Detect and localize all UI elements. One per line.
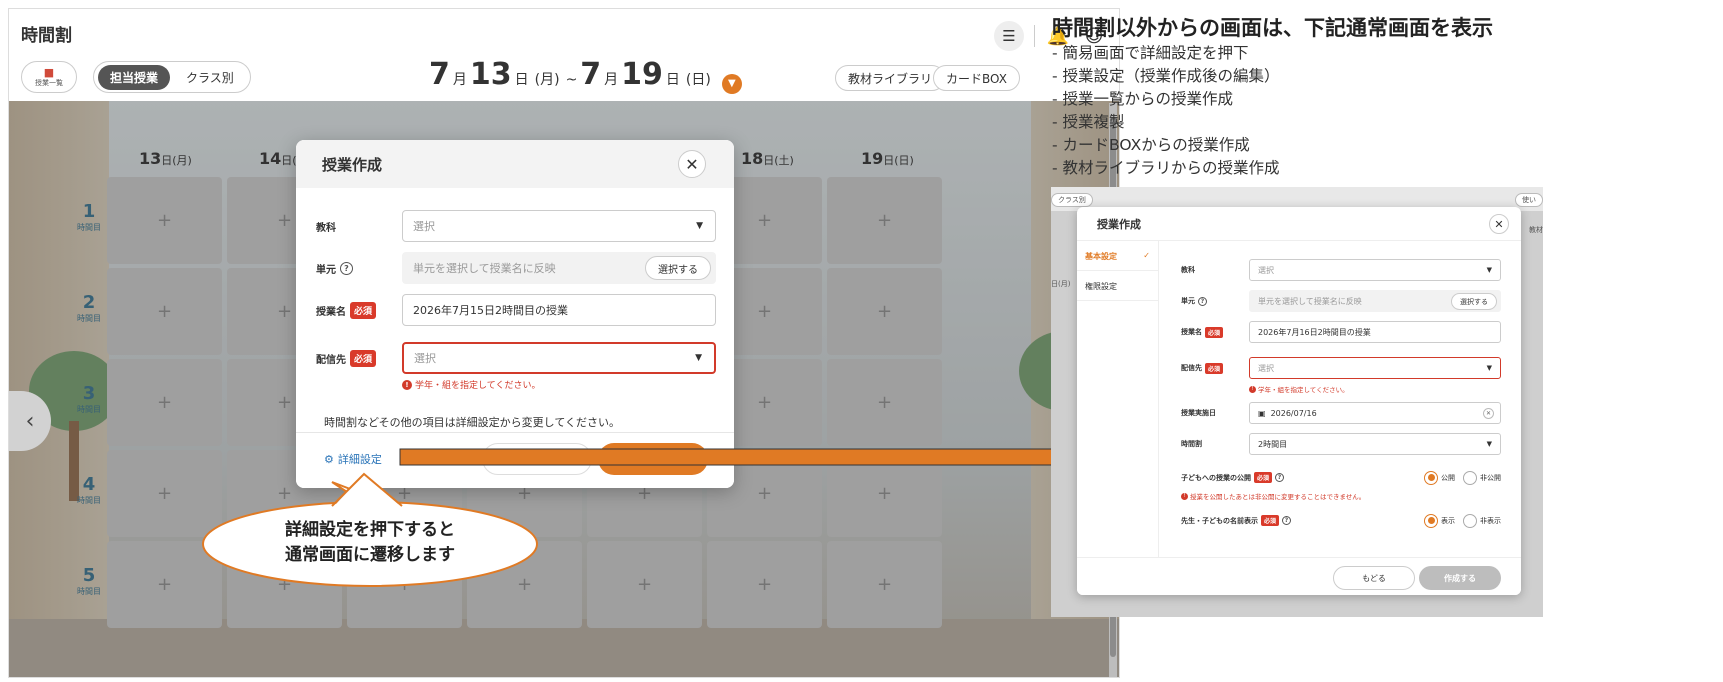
sidebar-item-label: 基本設定 <box>1085 252 1117 261</box>
required-badge: 必須 <box>1205 326 1224 338</box>
annotation-item: - 簡易画面で詳細設定を押下 <box>1052 44 1249 62</box>
subject-label-text: 教科 <box>1181 266 1195 274</box>
required-badge: 必須 <box>1205 362 1224 374</box>
publish-note-text: 授業を公開したあとは非公開に変更することはできません。 <box>1190 493 1366 501</box>
subject-row: 教科 選択 ▼ <box>1181 259 1501 281</box>
lesson-name-input[interactable]: 2026年7月16日2時間目の授業 <box>1249 321 1501 343</box>
subject-label: 教科 <box>1181 265 1249 275</box>
publish-options: 公開 非公開 <box>1424 470 1501 485</box>
radio-label: 非表示 <box>1480 516 1501 525</box>
delivery-error: ! 学年・組を指定してください。 <box>1249 384 1349 394</box>
back-button[interactable]: もどる <box>1333 566 1415 590</box>
lesson-name-row: 授業名 必須 2026年7月16日2時間目の授業 <box>1181 321 1501 343</box>
dialog-footer: もどる 作成する <box>1077 557 1521 595</box>
annotation-item: - 授業複製 <box>1052 113 1125 131</box>
names-label: 先生・子どもの名前表示 必須? <box>1181 515 1292 526</box>
close-icon[interactable]: ✕ <box>1489 214 1509 234</box>
publish-label-text: 子どもへの授業の公開 <box>1181 473 1251 482</box>
unit-label: 単元? <box>1181 296 1249 306</box>
publish-row: 子どもへの授業の公開 必須? 公開 非公開 <box>1181 470 1501 485</box>
delivery-label: 配信先 必須 <box>1181 362 1249 374</box>
date-row: 授業実施日 ▣ 2026/07/16 ✕ <box>1181 402 1501 424</box>
annotation-item: - 教材ライブラリからの授業作成 <box>1052 159 1280 177</box>
root: 時間割 ☰ 🔔 ☺ ■ 授業一覧 担当授業 クラス別 7月 13 日 (月) ~ 7… <box>0 0 1723 682</box>
annotation-heading: 時間割以外からの画面は、下記通常画面を表示 <box>1052 16 1493 40</box>
date-label-text: 授業実施日 <box>1181 409 1216 417</box>
error-icon: ! <box>1181 492 1188 500</box>
delivery-label-text: 配信先 <box>1181 364 1202 372</box>
radio-private[interactable]: 非公開 <box>1463 470 1501 485</box>
period-row: 時間割 2時間目 ▼ <box>1181 433 1501 455</box>
period-label: 時間割 <box>1181 439 1249 449</box>
caret-down-icon: ▼ <box>1486 266 1492 274</box>
annotation-item: - 授業一覧からの授業作成 <box>1052 90 1234 108</box>
bg-chip: 使い <box>1515 193 1543 207</box>
sidebar-item-permissions[interactable]: 権限設定 <box>1077 271 1158 301</box>
annotation-list: - 簡易画面で詳細設定を押下 - 授業設定（授業作成後の編集） - 授業一覧から… <box>1052 42 1280 180</box>
radio-public[interactable]: 公開 <box>1424 470 1455 485</box>
delivery-error-text: 学年・組を指定してください。 <box>1258 386 1349 394</box>
calendar-icon: ▣ <box>1258 408 1266 418</box>
error-icon: ! <box>1249 385 1256 393</box>
date-label: 授業実施日 <box>1181 408 1249 418</box>
unit-label-text: 単元 <box>1181 297 1195 305</box>
radio-hide[interactable]: 非表示 <box>1463 513 1501 528</box>
radio-show[interactable]: 表示 <box>1424 513 1455 528</box>
radio-label: 表示 <box>1441 516 1455 525</box>
delivery-placeholder: 選択 <box>1258 363 1274 373</box>
select-unit-button[interactable]: 選択する <box>1451 293 1497 310</box>
radio-on <box>1424 513 1438 528</box>
date-input[interactable]: ▣ 2026/07/16 ✕ <box>1249 402 1501 424</box>
create-button[interactable]: 作成する <box>1419 566 1501 590</box>
bg-chip: クラス別 <box>1051 193 1093 207</box>
radio-off <box>1463 470 1477 485</box>
publish-label: 子どもへの授業の公開 必須? <box>1181 472 1285 483</box>
subject-placeholder: 選択 <box>1258 265 1274 275</box>
annotation-item: - カードBOXからの授業作成 <box>1052 136 1250 154</box>
names-options: 表示 非表示 <box>1424 513 1501 528</box>
required-badge: 必須 <box>1254 472 1273 483</box>
delivery-row: 配信先 必須 選択 ▼ <box>1181 357 1501 379</box>
unit-row: 単元? 単元を選択して授業名に反映 選択する <box>1181 290 1501 312</box>
unit-placeholder: 単元を選択して授業名に反映 <box>1258 296 1362 306</box>
lesson-name-label: 授業名 必須 <box>1181 326 1249 338</box>
lesson-name-value: 2026年7月16日2時間目の授業 <box>1258 327 1371 337</box>
names-row: 先生・子どもの名前表示 必須? 表示 非表示 <box>1181 513 1501 528</box>
annotation-item: - 授業設定（授業作成後の編集） <box>1052 67 1280 85</box>
date-value: 2026/07/16 <box>1270 408 1317 418</box>
lesson-name-label-text: 授業名 <box>1181 328 1202 336</box>
bg-chip: 教材 <box>1529 226 1543 234</box>
caret-down-icon: ▼ <box>1486 440 1492 448</box>
full-dialog-screenshot: クラス別 使い 教材 日(月) 授業作成 ✕ 基本設定 ✓ 権限設定 教科 選択 ▼… <box>1051 187 1543 617</box>
subject-select[interactable]: 選択 ▼ <box>1249 259 1501 281</box>
create-lesson-full-dialog: 授業作成 ✕ 基本設定 ✓ 権限設定 教科 選択 ▼ 単元? 単元を選択して授業名に… <box>1077 207 1521 595</box>
radio-on <box>1424 470 1438 485</box>
delivery-select[interactable]: 選択 ▼ <box>1249 357 1501 379</box>
sidebar-item-basic[interactable]: 基本設定 ✓ <box>1077 241 1158 271</box>
radio-label: 公開 <box>1441 473 1455 482</box>
radio-off <box>1463 513 1477 528</box>
dialog-header: 授業作成 ✕ <box>1077 207 1521 241</box>
caret-down-icon: ▼ <box>1486 364 1492 372</box>
names-label-text: 先生・子どもの名前表示 <box>1181 516 1258 525</box>
publish-note: ! 授業を公開したあとは非公開に変更することはできません。 <box>1181 491 1365 501</box>
help-icon[interactable]: ? <box>1275 473 1285 482</box>
dialog-title: 授業作成 <box>1097 217 1141 231</box>
help-icon[interactable]: ? <box>1198 296 1207 306</box>
period-value: 2時間目 <box>1258 439 1288 449</box>
sidebar-item-label: 権限設定 <box>1085 282 1117 291</box>
bg-day-label: 日(月) <box>1051 280 1071 288</box>
help-icon[interactable]: ? <box>1282 516 1292 525</box>
unit-field: 単元を選択して授業名に反映 選択する <box>1249 290 1501 312</box>
required-badge: 必須 <box>1261 515 1280 526</box>
radio-label: 非公開 <box>1480 473 1501 482</box>
clear-icon[interactable]: ✕ <box>1483 408 1494 419</box>
check-icon: ✓ <box>1143 251 1150 260</box>
settings-sidebar: 基本設定 ✓ 権限設定 <box>1077 241 1159 557</box>
period-select[interactable]: 2時間目 ▼ <box>1249 433 1501 455</box>
period-label-text: 時間割 <box>1181 440 1202 448</box>
